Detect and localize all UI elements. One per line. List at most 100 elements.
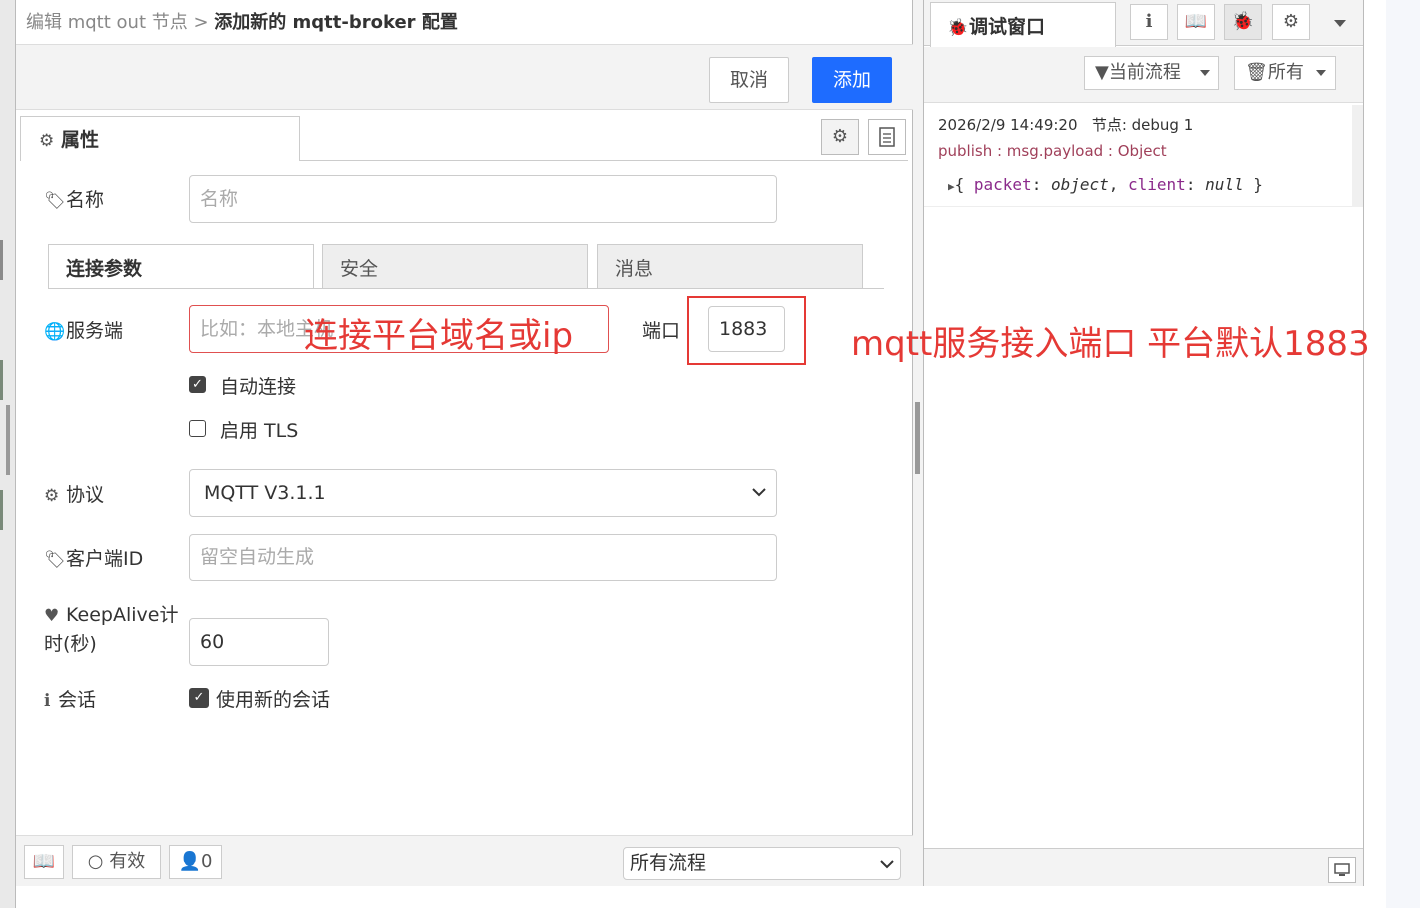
debug-clear-label: 所有 bbox=[1267, 62, 1304, 83]
document-icon bbox=[879, 127, 895, 147]
auto-connect-checkbox[interactable]: ✓ bbox=[189, 376, 206, 393]
tab-security-label: 安全 bbox=[340, 258, 379, 280]
window-edge bbox=[1386, 0, 1420, 908]
payload-value: null bbox=[1205, 175, 1244, 194]
session-label: ℹ 会话 bbox=[44, 685, 96, 712]
scope-value: 所有流程 bbox=[630, 852, 707, 874]
workspace-edge bbox=[0, 0, 16, 908]
debug-message-topic: publish : msg.payload : Object bbox=[938, 142, 1167, 160]
bug-icon: 🐞 bbox=[1231, 11, 1255, 32]
caret-down-icon bbox=[1316, 70, 1326, 76]
debug-clear-dropdown[interactable]: 🗑所有 bbox=[1234, 56, 1336, 90]
bug-icon: 🐞 bbox=[947, 18, 969, 38]
gear-icon: ⚙ bbox=[1282, 11, 1300, 32]
tab-connection[interactable]: 连接参数 bbox=[48, 244, 314, 289]
editor-tray: 编辑 mqtt out 节点 > 添加新的 mqtt-broker 配置 取消 … bbox=[16, 0, 913, 886]
sidebar-header: 🐞调试窗口 i 📖 🐞 ⚙ bbox=[924, 0, 1363, 47]
protocol-value: MQTT V3.1.1 bbox=[204, 482, 326, 504]
cancel-button[interactable]: 取消 bbox=[709, 57, 789, 103]
breadcrumb-current: 添加新的 mqtt-broker 配置 bbox=[214, 12, 458, 33]
debug-filter-dropdown[interactable]: ▼当前流程 bbox=[1084, 56, 1219, 90]
tab-debug[interactable]: 🐞调试窗口 bbox=[930, 2, 1116, 47]
debug-message[interactable]: 2026/2/9 14:49:20 节点: debug 1 publish : … bbox=[924, 105, 1354, 207]
gear-icon: ⚙ bbox=[831, 126, 849, 147]
filter-icon: ▼ bbox=[1095, 62, 1109, 83]
debug-filter-bar: ▼当前流程 🗑所有 bbox=[924, 47, 1363, 103]
open-window-button[interactable] bbox=[1328, 857, 1356, 883]
debug-message-payload[interactable]: ▶{ packet: object, client: null } bbox=[948, 175, 1263, 194]
breadcrumb-parent[interactable]: 编辑 mqtt out 节点 > bbox=[26, 12, 209, 33]
heartbeat-icon: ♥ bbox=[44, 606, 60, 626]
keepalive-input[interactable]: 60 bbox=[189, 618, 329, 666]
sidebar-menu-button[interactable] bbox=[1320, 10, 1360, 36]
node-users-count: 0 bbox=[200, 851, 213, 872]
payload-key: packet bbox=[973, 175, 1032, 194]
client-id-input[interactable]: 留空自动生成 bbox=[189, 534, 777, 581]
node-help-button[interactable]: 📖 bbox=[24, 845, 64, 879]
debug-message-node[interactable]: 节点: debug 1 bbox=[1092, 116, 1193, 134]
book-icon: 📖 bbox=[1184, 11, 1208, 32]
workspace-node-fragment bbox=[0, 490, 3, 530]
tab-properties[interactable]: ⚙ 属性 bbox=[20, 116, 300, 161]
keepalive-label-line1: KeepAlive计 bbox=[66, 604, 179, 626]
debug-scrollbar[interactable] bbox=[1352, 105, 1363, 207]
add-button[interactable]: 添加 bbox=[812, 57, 892, 103]
keepalive-label: ♥ KeepAlive计 时(秒) bbox=[44, 601, 178, 658]
session-label-text: 会话 bbox=[58, 689, 97, 711]
protocol-label-text: 协议 bbox=[66, 484, 105, 506]
node-enabled-toggle[interactable]: ○ 有效 bbox=[72, 845, 161, 879]
auto-connect-label: 自动连接 bbox=[220, 376, 297, 398]
server-label: 🌐服务端 bbox=[44, 316, 123, 343]
workspace-scroll-handle[interactable] bbox=[6, 405, 10, 475]
tab-connection-label: 连接参数 bbox=[66, 258, 143, 280]
tab-security[interactable]: 安全 bbox=[322, 244, 588, 289]
tls-label: 启用 TLS bbox=[220, 420, 299, 442]
help-tab-button[interactable]: 📖 bbox=[1177, 4, 1215, 40]
book-icon: 📖 bbox=[32, 851, 56, 872]
caret-down-icon bbox=[1334, 20, 1346, 27]
node-users-button[interactable]: 👤0 bbox=[169, 845, 222, 879]
protocol-select[interactable]: MQTT V3.1.1 bbox=[189, 469, 777, 517]
name-label: 🏷名称 bbox=[44, 185, 104, 212]
name-input[interactable]: 名称 bbox=[189, 175, 777, 223]
gear-icon: ⚙ bbox=[44, 486, 60, 506]
port-input[interactable]: 1883 bbox=[708, 306, 785, 352]
tab-messages[interactable]: 消息 bbox=[597, 244, 863, 289]
tab-debug-label: 调试窗口 bbox=[969, 16, 1046, 38]
name-label-text: 名称 bbox=[66, 189, 105, 211]
payload-value: object bbox=[1050, 175, 1109, 194]
name-placeholder: 名称 bbox=[200, 188, 239, 210]
debug-tab-button[interactable]: 🐞 bbox=[1224, 4, 1262, 40]
node-settings-button[interactable]: ⚙ bbox=[821, 119, 859, 155]
client-id-label: 🏷客户端ID bbox=[44, 544, 143, 571]
info-icon: ℹ bbox=[44, 691, 51, 711]
gear-icon: ⚙ bbox=[39, 131, 55, 151]
debug-filter-label: 当前流程 bbox=[1108, 62, 1181, 83]
splitter-handle[interactable] bbox=[915, 402, 920, 474]
tls-checkbox[interactable] bbox=[189, 420, 206, 437]
debug-message-meta: 2026/2/9 14:49:20 节点: debug 1 bbox=[938, 114, 1193, 135]
scope-select[interactable]: 所有流程 bbox=[623, 847, 901, 880]
globe-icon: 🌐 bbox=[44, 322, 66, 342]
server-annotation: 连接平台域名或ip bbox=[304, 316, 574, 356]
tag-icon: 🏷 bbox=[44, 191, 66, 211]
clean-session-checkbox[interactable]: ✓ bbox=[189, 688, 209, 708]
editor-toolbar: 取消 添加 bbox=[16, 44, 913, 110]
sidebar-footer bbox=[924, 848, 1363, 886]
config-tab-button[interactable]: ⚙ bbox=[1272, 4, 1310, 40]
client-id-label-text: 客户端ID bbox=[66, 548, 144, 570]
port-annotation: mqtt服务接入端口 平台默认1883 bbox=[851, 324, 1370, 364]
chevron-down-icon bbox=[880, 860, 894, 869]
desktop-icon bbox=[1334, 863, 1350, 876]
server-label-text: 服务端 bbox=[66, 320, 124, 342]
info-tab-button[interactable]: i bbox=[1130, 4, 1168, 40]
expand-caret-icon[interactable]: ▶ bbox=[948, 180, 955, 193]
node-description-button[interactable] bbox=[868, 119, 906, 155]
info-icon: i bbox=[1145, 11, 1153, 32]
port-label: 端口 bbox=[642, 320, 681, 342]
workspace-node-fragment bbox=[0, 360, 3, 400]
caret-down-icon bbox=[1200, 70, 1210, 76]
protocol-label: ⚙ 协议 bbox=[44, 480, 104, 507]
tab-messages-label: 消息 bbox=[615, 258, 654, 280]
chevron-down-icon bbox=[752, 488, 766, 497]
